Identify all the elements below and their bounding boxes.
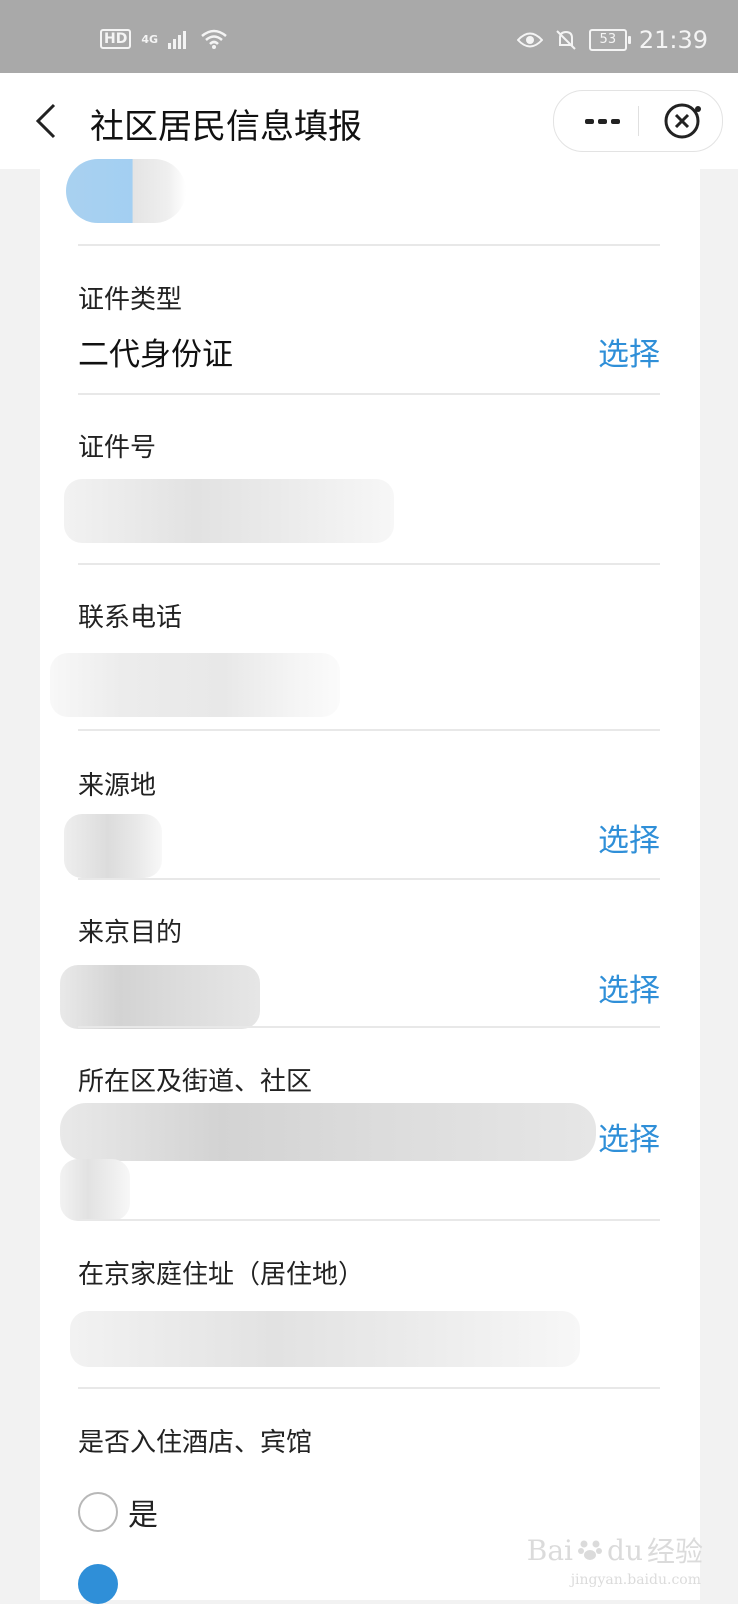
field-phone: 联系电话 [78, 597, 660, 634]
field-label: 所在区及街道、社区 [78, 1067, 313, 1097]
address-input[interactable] [70, 1311, 580, 1367]
id-type-row: 二代身份证 选择 [78, 329, 660, 379]
field-label: 来京目的 [78, 918, 183, 948]
close-circle-icon [664, 103, 701, 139]
bell-muted-icon [556, 30, 576, 50]
district-value [60, 1103, 596, 1161]
capsule-divider [638, 106, 639, 136]
signal-icon [168, 31, 187, 49]
field-origin: 来源地 [78, 765, 660, 802]
field-divider [78, 393, 660, 395]
purpose-row: 选择 [78, 965, 660, 1015]
field-label: 联系电话 [78, 603, 183, 633]
more-dots-icon [585, 119, 620, 124]
field-purpose: 来京目的 [78, 912, 660, 949]
district-value-line2 [60, 1159, 130, 1221]
watermark-brand: Bai [526, 1533, 574, 1567]
more-button[interactable] [574, 91, 634, 151]
field-divider [78, 244, 660, 246]
id-type-value: 二代身份证 [78, 337, 233, 373]
district-select-button[interactable]: 选择 [598, 1114, 660, 1159]
field-label: 证件类型 [78, 285, 183, 315]
form-card: 证件类型 二代身份证 选择 证件号 联系电话 来源地 选择 来京目的 选择 所在… [40, 159, 700, 1604]
hotel-option-yes[interactable]: 是 [78, 1490, 158, 1534]
watermark-brand-tail: du [607, 1533, 643, 1567]
chevron-left-icon [35, 103, 56, 139]
origin-select-button[interactable]: 选择 [598, 815, 660, 860]
watermark-cn: 经验 [646, 1535, 703, 1568]
paw-icon [578, 1540, 603, 1560]
close-button[interactable] [654, 91, 714, 151]
field-divider [78, 1387, 660, 1389]
id-number-input[interactable] [64, 479, 394, 543]
status-right: 53 21:39 [516, 26, 708, 54]
eye-icon [516, 32, 543, 48]
network-type: 4G [141, 32, 159, 46]
purpose-select-button[interactable]: 选择 [598, 965, 660, 1010]
radio-label: 是 [128, 1498, 158, 1533]
clock: 21:39 [638, 26, 708, 54]
mini-program-capsule [553, 90, 723, 152]
page-title: 社区居民信息填报 [90, 107, 362, 147]
field-label: 在京家庭住址（居住地） [78, 1260, 365, 1290]
field-divider [78, 563, 660, 565]
field-divider [78, 1026, 660, 1028]
hd-badge: HD [100, 29, 132, 49]
field-divider [78, 878, 660, 880]
field-address: 在京家庭住址（居住地） [78, 1254, 660, 1291]
id-type-select-button[interactable]: 选择 [598, 329, 660, 374]
watermark-url: jingyan.baidu.com [570, 1572, 701, 1588]
field-label: 来源地 [78, 771, 157, 801]
field-hotel: 是否入住酒店、宾馆 [78, 1422, 660, 1459]
back-button[interactable] [30, 101, 70, 141]
radio-circle-icon [78, 1492, 118, 1532]
redacted-value [66, 159, 186, 223]
battery-indicator: 53 [588, 29, 631, 51]
field-id-number: 证件号 [78, 427, 660, 464]
hotel-option-no-radio[interactable] [78, 1564, 118, 1604]
origin-row: 选择 [78, 815, 660, 865]
field-id-type: 证件类型 [78, 279, 660, 316]
field-label: 证件号 [78, 433, 157, 463]
field-district: 所在区及街道、社区 [78, 1061, 660, 1098]
field-divider [78, 1219, 660, 1221]
phone-input[interactable] [50, 653, 340, 717]
field-label: 是否入住酒店、宾馆 [78, 1428, 313, 1458]
status-left: HD 4G [100, 28, 228, 50]
nav-header: 社区居民信息填报 [0, 73, 738, 169]
baidu-watermark: Bai du 经验 jingyan.baidu.com [526, 1530, 703, 1589]
field-divider [78, 729, 660, 731]
status-bar: HD 4G 53 21:39 [0, 0, 738, 73]
wifi-icon [201, 29, 227, 49]
